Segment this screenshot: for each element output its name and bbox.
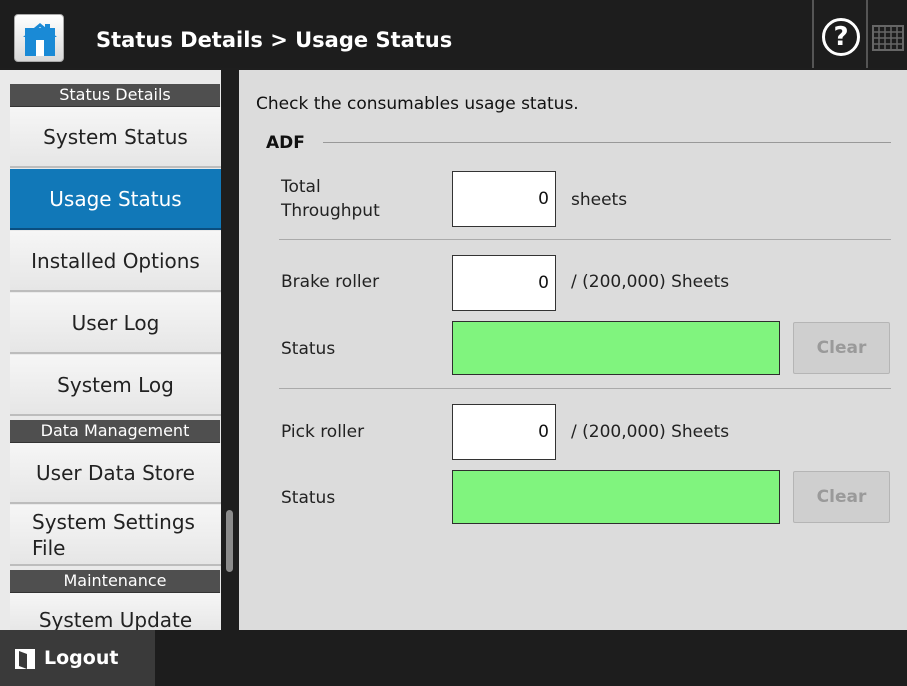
- pick-roller-label: Pick roller: [281, 422, 365, 442]
- brake-roller-status-label: Status: [281, 339, 336, 359]
- sidebar-item-system-settings-file[interactable]: System Settings File: [10, 505, 221, 566]
- sidebar-item-user-log[interactable]: User Log: [10, 293, 221, 354]
- sidebar-item-usage-status[interactable]: Usage Status: [10, 169, 221, 230]
- logout-label: Logout: [44, 647, 119, 669]
- section-divider: [323, 142, 891, 143]
- brake-roller-clear-button[interactable]: Clear: [793, 322, 890, 374]
- sidebar-heading: Status Details: [10, 84, 220, 107]
- header-divider: [812, 0, 814, 68]
- brake-roller-unit: / (200,000) Sheets: [571, 272, 730, 292]
- sidebar-item-user-data-store[interactable]: User Data Store: [10, 443, 221, 504]
- total-throughput-label: Total Throughput: [281, 177, 380, 221]
- total-throughput-unit: sheets: [571, 190, 628, 210]
- intro-text: Check the consumables usage status.: [256, 94, 579, 114]
- home-button[interactable]: [14, 14, 64, 62]
- sidebar-heading: Maintenance: [10, 570, 220, 593]
- sidebar-item-system-log[interactable]: System Log: [10, 355, 221, 416]
- sidebar: Status Details System Status Usage Statu…: [0, 70, 221, 630]
- sidebar-heading: Data Management: [10, 420, 220, 443]
- main-panel: Check the consumables usage status. ADF …: [239, 70, 907, 630]
- pick-roller-count-field: 0: [452, 404, 556, 460]
- home-icon: [23, 23, 57, 56]
- brake-roller-status-bar: [452, 321, 780, 375]
- keyboard-icon[interactable]: [872, 23, 904, 53]
- logout-icon: [15, 649, 35, 669]
- sidebar-item-system-update[interactable]: System Update: [10, 593, 221, 630]
- help-icon[interactable]: ?: [822, 18, 860, 56]
- sidebar-item-installed-options[interactable]: Installed Options: [10, 231, 221, 292]
- total-throughput-field: 0: [452, 171, 556, 227]
- pick-roller-status-label: Status: [281, 488, 336, 508]
- row-divider: [279, 239, 891, 240]
- pick-roller-clear-button[interactable]: Clear: [793, 471, 890, 523]
- sidebar-item-system-status[interactable]: System Status: [10, 107, 221, 168]
- logout-button[interactable]: Logout: [0, 630, 155, 686]
- section-title-adf: ADF: [266, 133, 305, 153]
- header-bar: Status Details > Usage Status ?: [0, 0, 907, 68]
- footer-bar: Logout: [0, 630, 907, 686]
- brake-roller-label: Brake roller: [281, 272, 380, 292]
- brake-roller-count-field: 0: [452, 255, 556, 311]
- row-divider: [279, 388, 891, 389]
- sidebar-scrollbar-thumb[interactable]: [226, 510, 233, 572]
- pick-roller-unit: / (200,000) Sheets: [571, 422, 730, 442]
- pick-roller-status-bar: [452, 470, 780, 524]
- page-title: Status Details > Usage Status: [96, 28, 453, 52]
- header-divider: [866, 0, 868, 68]
